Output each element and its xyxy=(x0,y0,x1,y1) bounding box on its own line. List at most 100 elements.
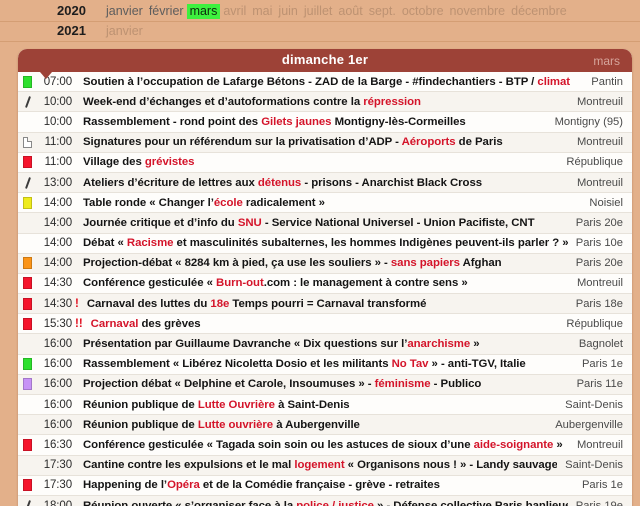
event-title[interactable]: Projection débat « Delphine et Carole, I… xyxy=(76,378,569,390)
event-title[interactable]: Week-end d’échanges et d’autoformations … xyxy=(76,96,569,108)
event-row[interactable]: 17:30 Cantine contre les expulsions et le… xyxy=(18,455,632,476)
event-title[interactable]: Carnaval des grèves xyxy=(84,318,559,330)
event-place: Bagnolet xyxy=(578,338,623,351)
purple-square-icon xyxy=(18,375,37,394)
event-time: 13:00 xyxy=(43,176,72,189)
red-square-icon xyxy=(18,476,37,495)
event-title[interactable]: Cantine contre les expulsions et le mal … xyxy=(76,459,557,471)
event-row[interactable]: 14:00 Table ronde « Changer l’école radic… xyxy=(18,193,632,214)
event-urgency-marker: ! xyxy=(75,297,79,310)
event-title[interactable]: Soutien à l’occupation de Lafarge Bétons… xyxy=(76,76,583,88)
month-link-sept[interactable]: sept. xyxy=(366,4,399,19)
month-link-mai[interactable]: mai xyxy=(249,4,275,19)
event-title[interactable]: Réunion ouverte « s’organiser face à la … xyxy=(76,500,568,506)
event-place: Paris 11e xyxy=(576,378,623,391)
event-title[interactable]: Rassemblement - rond point des Gilets ja… xyxy=(76,116,547,128)
month-link-octobre[interactable]: octobre xyxy=(399,4,447,19)
event-row[interactable]: 14:00 Projection-débat « 8284 km à pied, … xyxy=(18,253,632,274)
event-row[interactable]: 14:30 Conférence gesticulée « Burn-out.co… xyxy=(18,273,632,295)
month-link-juillet[interactable]: juillet xyxy=(301,4,336,19)
event-title[interactable]: Conférence gesticulée « Burn-out.com : l… xyxy=(76,277,569,289)
no-icon xyxy=(18,415,37,434)
event-row[interactable]: 15:30!! Carnaval des grèves République xyxy=(18,314,632,335)
event-title[interactable]: Happening de l’Opéra et de la Comédie fr… xyxy=(76,479,574,491)
event-title[interactable]: Débat « Racisme et masculinités subalter… xyxy=(76,237,568,249)
green-square-icon xyxy=(18,72,37,91)
event-row[interactable]: 16:00 Présentation par Guillaume Davranch… xyxy=(18,334,632,355)
month-link-juin[interactable]: juin xyxy=(275,4,300,19)
month-link-avril[interactable]: avril xyxy=(220,4,249,19)
event-row[interactable]: 16:00 Réunion publique de Lutte ouvrière … xyxy=(18,415,632,436)
pencil-icon xyxy=(18,496,37,506)
year-label[interactable]: 2020 xyxy=(57,3,103,19)
no-icon xyxy=(18,112,37,131)
month-link-fvrier[interactable]: février xyxy=(146,4,187,19)
event-time: 16:00 xyxy=(43,398,72,411)
day-header: dimanche 1er mars xyxy=(18,49,632,72)
event-place: Paris 20e xyxy=(575,257,623,270)
month-link-janvier[interactable]: janvier xyxy=(103,24,146,39)
event-title[interactable]: Réunion publique de Lutte Ouvrière à Sai… xyxy=(76,399,557,411)
event-title[interactable]: Village des grévistes xyxy=(76,156,558,168)
event-title[interactable]: Carnaval des luttes du 18e Temps pourri … xyxy=(80,298,568,310)
red-square-icon xyxy=(18,294,37,313)
event-time: 14:30 xyxy=(43,277,72,290)
event-place: Paris 19e xyxy=(575,499,623,506)
event-row[interactable]: 13:00 Ateliers d’écriture de lettres aux … xyxy=(18,172,632,194)
event-place: Paris 10e xyxy=(575,237,623,250)
day-panel: dimanche 1er mars 07:00 Soutien à l’occup… xyxy=(18,49,632,506)
month-link-novembre[interactable]: novembre xyxy=(447,4,509,19)
event-title[interactable]: Ateliers d’écriture de lettres aux déten… xyxy=(76,177,569,189)
red-square-icon xyxy=(18,153,37,172)
month-link-dcembre[interactable]: décembre xyxy=(508,4,570,19)
event-row[interactable]: 14:30! Carnaval des luttes du 18e Temps p… xyxy=(18,294,632,315)
no-icon xyxy=(18,234,37,253)
event-title[interactable]: Projection-débat « 8284 km à pied, ça us… xyxy=(76,257,568,269)
event-time: 10:00 xyxy=(43,115,72,128)
event-place: Montreuil xyxy=(576,95,623,108)
event-title[interactable]: Rassemblement « Libérez Nicoletta Dosio … xyxy=(76,358,574,370)
red-square-icon xyxy=(18,435,37,454)
yellow-square-icon xyxy=(18,193,37,212)
event-row[interactable]: 10:00 Rassemblement - rond point des Gile… xyxy=(18,112,632,133)
month-link-aot[interactable]: août xyxy=(335,4,365,19)
event-row[interactable]: 18:00 Réunion ouverte « s’organiser face … xyxy=(18,495,632,506)
event-place: Paris 1e xyxy=(581,479,623,492)
event-row[interactable]: 16:00 Rassemblement « Libérez Nicoletta D… xyxy=(18,354,632,375)
event-title[interactable]: Réunion publique de Lutte ouvrière à Aub… xyxy=(76,419,547,431)
event-title[interactable]: Table ronde « Changer l’école radicaleme… xyxy=(76,197,581,209)
year-row: 2020 janvier février mars avril mai juin juille… xyxy=(0,2,640,22)
event-row[interactable]: 14:00 Journée critique et d’info du SNU -… xyxy=(18,213,632,234)
event-row[interactable]: 16:00 Projection débat « Delphine et Caro… xyxy=(18,374,632,395)
year-row: 2021 janvier xyxy=(0,22,640,42)
event-place: République xyxy=(566,317,623,330)
event-place: République xyxy=(566,156,623,169)
event-time: 17:30 xyxy=(43,479,72,492)
event-row[interactable]: 07:00 Soutien à l’occupation de Lafarge B… xyxy=(18,72,632,93)
event-time: 11:00 xyxy=(44,136,73,149)
event-row[interactable]: 11:00 Signatures pour un référendum sur l… xyxy=(18,132,632,153)
event-row[interactable]: 10:00 Week-end d’échanges et d’autoformat… xyxy=(18,92,632,113)
year-label[interactable]: 2021 xyxy=(57,23,103,39)
month-link-janvier[interactable]: janvier xyxy=(103,4,146,19)
event-row[interactable]: 17:30 Happening de l’Opéra et de la Coméd… xyxy=(18,475,632,496)
month-list: janvier février mars avril mai juin juillet aoû… xyxy=(103,4,570,19)
month-link-mars[interactable]: mars xyxy=(186,4,221,19)
event-row[interactable]: 16:30 Conférence gesticulée « Tagada soin… xyxy=(18,435,632,456)
event-time: 16:00 xyxy=(43,418,72,431)
no-icon xyxy=(18,395,37,414)
event-title[interactable]: Présentation par Guillaume Davranche « D… xyxy=(76,338,571,350)
day-title: dimanche 1er xyxy=(281,52,369,67)
event-row[interactable]: 16:00 Réunion publique de Lutte Ouvrière … xyxy=(18,395,632,416)
event-place: Montreuil xyxy=(576,136,623,149)
event-title[interactable]: Journée critique et d’info du SNU - Serv… xyxy=(76,217,568,229)
event-time: 14:00 xyxy=(43,196,72,209)
year-month-navigator: 2020 janvier février mars avril mai juin juille… xyxy=(0,0,640,42)
event-title[interactable]: Signatures pour un référendum sur la pri… xyxy=(76,136,569,148)
event-row[interactable]: 14:00 Débat « Racisme et masculinités sub… xyxy=(18,233,632,254)
event-time: 15:30 xyxy=(43,317,72,330)
event-time: 18:00 xyxy=(43,499,72,506)
day-header-month-tag: mars xyxy=(593,53,620,68)
event-row[interactable]: 11:00 Village des grévistes République xyxy=(18,152,632,173)
event-title[interactable]: Conférence gesticulée « Tagada soin soin… xyxy=(76,439,569,451)
